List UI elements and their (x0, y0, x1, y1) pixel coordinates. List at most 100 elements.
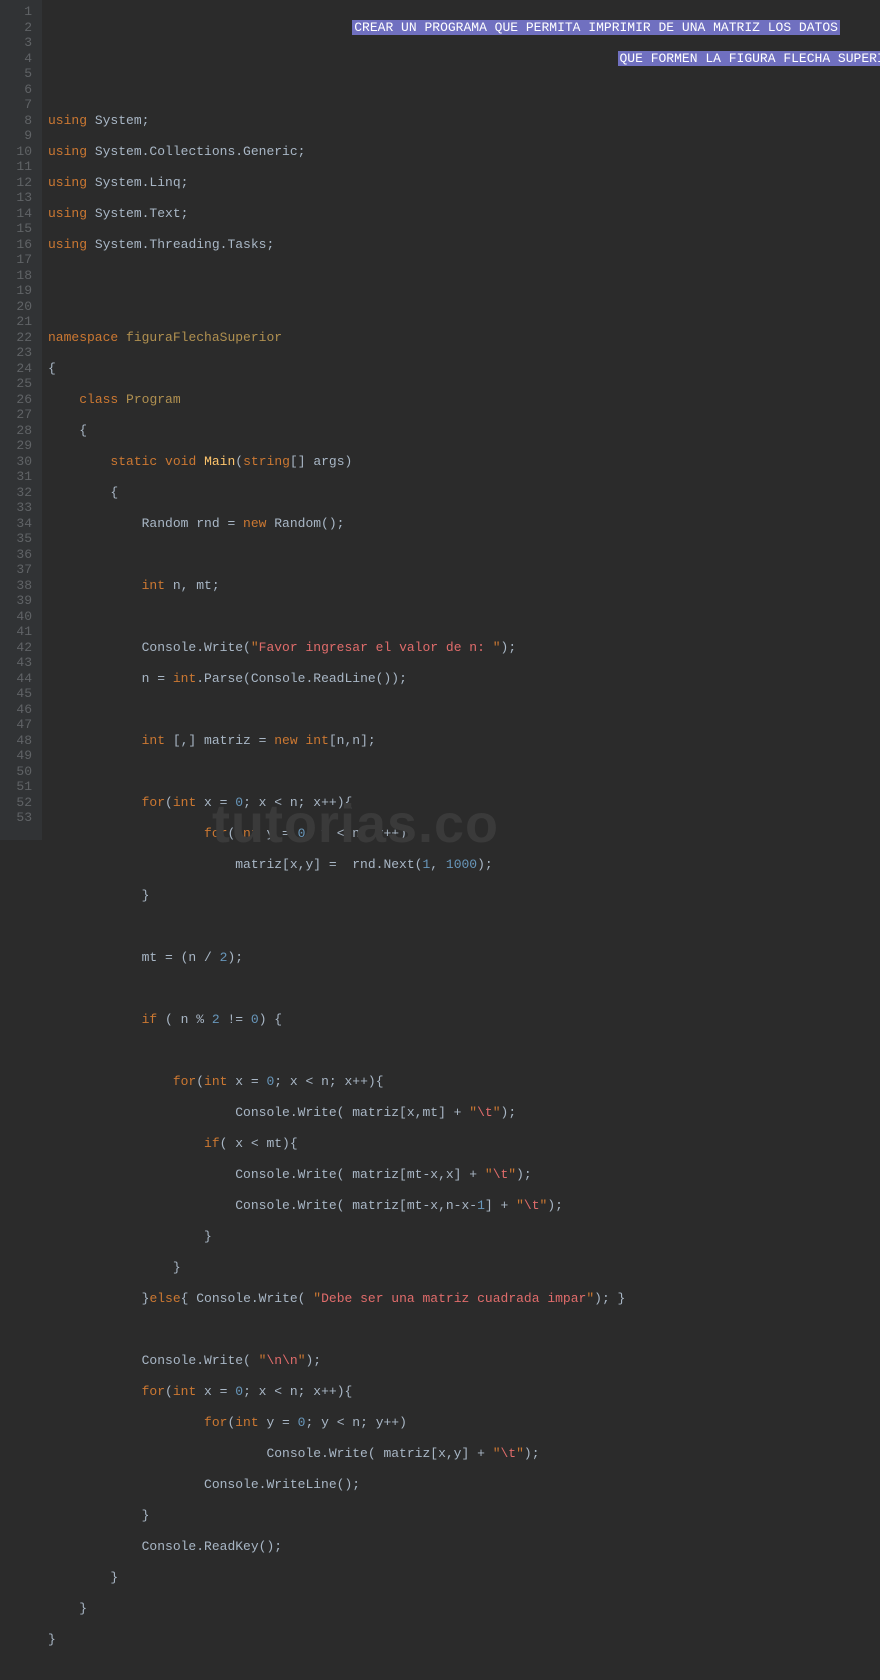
line-number: 36 (16, 547, 32, 563)
code-line: } (48, 1570, 880, 1586)
line-number: 47 (16, 717, 32, 733)
code-line (48, 764, 880, 780)
line-number: 18 (16, 268, 32, 284)
code-line: if( x < mt){ (48, 1136, 880, 1152)
line-number: 45 (16, 686, 32, 702)
code-line: for(int y = 0; y < n; y++) (48, 1415, 880, 1431)
line-number: 19 (16, 283, 32, 299)
code-line: QUE FORMEN LA FIGURA FLECHA SUPERIOR (48, 51, 880, 67)
line-number: 24 (16, 361, 32, 377)
line-number: 51 (16, 779, 32, 795)
code-line (48, 919, 880, 935)
line-number: 39 (16, 593, 32, 609)
code-line: } (48, 1260, 880, 1276)
code-line: }else{ Console.Write( "Debe ser una matr… (48, 1291, 880, 1307)
code-line: } (48, 1229, 880, 1245)
code-line: n = int.Parse(Console.ReadLine()); (48, 671, 880, 687)
line-number: 23 (16, 345, 32, 361)
line-number: 14 (16, 206, 32, 222)
line-number: 3 (16, 35, 32, 51)
code-line (48, 702, 880, 718)
code-line (48, 268, 880, 284)
code-line: using System.Threading.Tasks; (48, 237, 880, 253)
code-line: Console.Write("Favor ingresar el valor d… (48, 640, 880, 656)
code-line: Console.ReadKey(); (48, 1539, 880, 1555)
line-number: 41 (16, 624, 32, 640)
line-number: 6 (16, 82, 32, 98)
line-number: 9 (16, 128, 32, 144)
line-number: 21 (16, 314, 32, 330)
line-number: 46 (16, 702, 32, 718)
code-line: int [,] matriz = new int[n,n]; (48, 733, 880, 749)
code-line: using System.Linq; (48, 175, 880, 191)
code-line: using System.Collections.Generic; (48, 144, 880, 160)
code-line (48, 547, 880, 563)
line-number: 31 (16, 469, 32, 485)
code-line: { (48, 485, 880, 501)
code-line: CREAR UN PROGRAMA QUE PERMITA IMPRIMIR D… (48, 20, 880, 36)
line-number: 33 (16, 500, 32, 516)
code-line: Console.Write( matriz[mt-x,n-x-1] + "\t"… (48, 1198, 880, 1214)
line-number: 22 (16, 330, 32, 346)
code-line: int n, mt; (48, 578, 880, 594)
line-number: 53 (16, 810, 32, 826)
line-number: 37 (16, 562, 32, 578)
line-number: 25 (16, 376, 32, 392)
code-line: for(int x = 0; x < n; x++){ (48, 1074, 880, 1090)
line-number: 11 (16, 159, 32, 175)
line-number: 50 (16, 764, 32, 780)
line-number: 15 (16, 221, 32, 237)
line-number: 29 (16, 438, 32, 454)
line-number: 5 (16, 66, 32, 82)
code-line (48, 609, 880, 625)
line-number: 35 (16, 531, 32, 547)
line-number: 2 (16, 20, 32, 36)
code-line: Console.Write( matriz[x,mt] + "\t"); (48, 1105, 880, 1121)
code-line (48, 299, 880, 315)
line-number: 7 (16, 97, 32, 113)
line-number: 13 (16, 190, 32, 206)
code-line: namespace figuraFlechaSuperior (48, 330, 880, 346)
selected-text: CREAR UN PROGRAMA QUE PERMITA IMPRIMIR D… (352, 20, 840, 35)
line-number: 49 (16, 748, 32, 764)
code-line: { (48, 423, 880, 439)
code-line (48, 1043, 880, 1059)
line-number: 1 (16, 4, 32, 20)
line-number: 28 (16, 423, 32, 439)
code-editor[interactable]: 1234567891011121314151617181920212223242… (0, 0, 880, 840)
line-number: 48 (16, 733, 32, 749)
code-line: for(int x = 0; x < n; x++){ (48, 1384, 880, 1400)
code-line: using System; (48, 113, 880, 129)
code-area[interactable]: CREAR UN PROGRAMA QUE PERMITA IMPRIMIR D… (42, 0, 880, 840)
code-line: Console.Write( matriz[mt-x,x] + "\t"); (48, 1167, 880, 1183)
code-line: { (48, 361, 880, 377)
line-number: 34 (16, 516, 32, 532)
line-number: 52 (16, 795, 32, 811)
line-number: 8 (16, 113, 32, 129)
line-number: 44 (16, 671, 32, 687)
line-number: 10 (16, 144, 32, 160)
line-number: 26 (16, 392, 32, 408)
code-line: } (48, 1632, 880, 1648)
code-line: class Program (48, 392, 880, 408)
code-line: if ( n % 2 != 0) { (48, 1012, 880, 1028)
line-number: 32 (16, 485, 32, 501)
line-number: 40 (16, 609, 32, 625)
code-line: Console.WriteLine(); (48, 1477, 880, 1493)
line-number: 17 (16, 252, 32, 268)
line-number: 30 (16, 454, 32, 470)
line-number: 20 (16, 299, 32, 315)
line-number: 27 (16, 407, 32, 423)
line-number: 12 (16, 175, 32, 191)
code-line: using System.Text; (48, 206, 880, 222)
line-number: 38 (16, 578, 32, 594)
line-number: 42 (16, 640, 32, 656)
line-number: 4 (16, 51, 32, 67)
line-number: 16 (16, 237, 32, 253)
line-number: 43 (16, 655, 32, 671)
line-number-gutter: 1234567891011121314151617181920212223242… (0, 0, 42, 840)
code-line: static void Main(string[] args) (48, 454, 880, 470)
code-line (48, 981, 880, 997)
code-line: Console.Write( matriz[x,y] + "\t"); (48, 1446, 880, 1462)
watermark-text: tutorias.co (212, 817, 499, 833)
